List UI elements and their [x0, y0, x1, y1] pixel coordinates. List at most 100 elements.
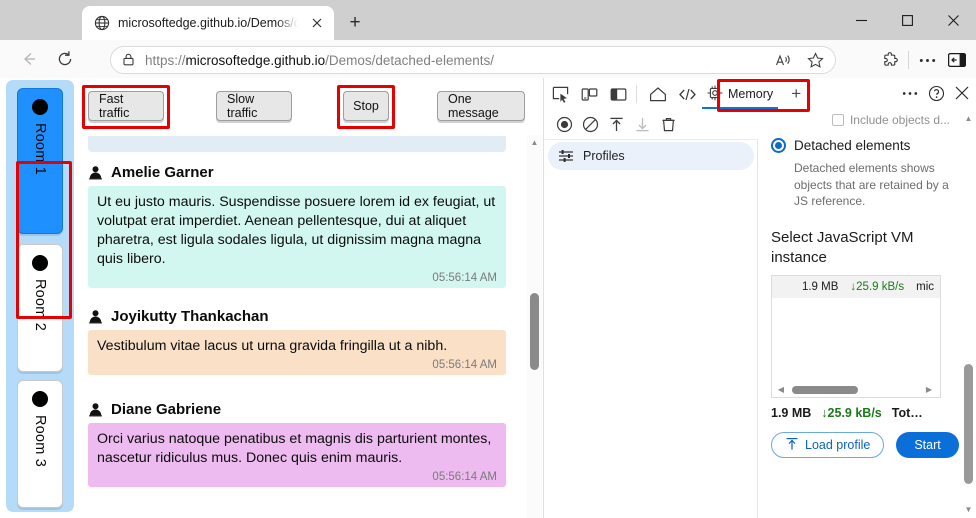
add-tab-button[interactable]: +: [783, 81, 809, 107]
scrollbar-thumb[interactable]: [964, 364, 973, 484]
scrollbar-thumb[interactable]: [792, 386, 858, 394]
circle-icon: [32, 99, 48, 115]
vm-memory-value: 1.9 MB: [802, 281, 838, 293]
minimize-button[interactable]: [838, 0, 884, 40]
inspect-element-icon[interactable]: [547, 81, 573, 107]
room-label: Room 1: [32, 123, 48, 175]
room-label: Room 3: [32, 415, 48, 467]
message-timestamp: 05:56:14 AM: [97, 359, 497, 371]
room-label: Room 2: [32, 279, 48, 331]
tab-label: Memory: [728, 87, 773, 101]
load-profile-label: Load profile: [805, 438, 870, 452]
start-button[interactable]: Start: [896, 432, 958, 458]
home-icon[interactable]: [645, 81, 671, 107]
url-text: https://microsoftedge.github.io/Demos/de…: [145, 53, 763, 68]
vm-section-title: Select JavaScript VM instance: [771, 228, 941, 268]
vm-instance-list[interactable]: 1.9 MB ↓25.9 kB/s mic ◀ ▶: [771, 275, 941, 398]
checkbox-box[interactable]: [832, 114, 844, 126]
page-scrollbar[interactable]: ▲ ▼: [527, 135, 542, 518]
profile-actions: Load profile Start: [771, 432, 959, 458]
one-message-button[interactable]: One message: [437, 91, 525, 121]
vm-instance-row[interactable]: 1.9 MB ↓25.9 kB/s mic: [772, 276, 940, 298]
detached-elements-radio[interactable]: Detached elements: [771, 138, 910, 153]
include-objects-checkbox[interactable]: Include objects d...: [832, 113, 950, 127]
close-window-button[interactable]: [930, 0, 976, 40]
address-bar[interactable]: https://microsoftedge.github.io/Demos/de…: [110, 46, 836, 74]
scroll-up-arrow-icon[interactable]: ▲: [527, 135, 542, 150]
sidebar-item-label: Profiles: [583, 149, 625, 163]
traffic-button-row: Fast traffic Slow traffic Stop One messa…: [88, 91, 528, 131]
sidebar-item-profiles[interactable]: Profiles: [548, 142, 754, 170]
tab-memory[interactable]: Memory: [700, 79, 780, 109]
url-path: /Demos/detached-elements/: [325, 53, 494, 68]
message-timestamp: 05:56:14 AM: [436, 136, 498, 138]
ellipsis-icon[interactable]: [912, 46, 942, 74]
load-profile-button[interactable]: Load profile: [771, 432, 884, 458]
slow-traffic-button[interactable]: Slow traffic: [216, 91, 292, 121]
export-icon[interactable]: [604, 113, 628, 137]
elements-code-icon[interactable]: [674, 81, 700, 107]
message-item: Joyikutty Thankachan Vestibulum vitae la…: [88, 308, 506, 375]
partial-message-bubble: 05:56:14 AM: [88, 136, 506, 152]
message-bubble: Orci varius natoque penatibus et magnis …: [88, 423, 506, 487]
new-tab-button[interactable]: +: [341, 10, 369, 36]
scroll-down-arrow-icon[interactable]: ▼: [962, 503, 975, 516]
message-author: Joyikutty Thankachan: [111, 308, 269, 325]
memory-action-toolbar: [544, 110, 758, 140]
extensions-icon[interactable]: [875, 46, 905, 74]
back-arrow-icon[interactable]: [14, 44, 44, 74]
sidebar-icon[interactable]: [942, 46, 972, 74]
room-item-1[interactable]: Room 1: [17, 88, 63, 234]
maximize-button[interactable]: [884, 0, 930, 40]
room-item-2[interactable]: Room 2: [17, 244, 63, 372]
circle-icon: [32, 391, 48, 407]
radio-button[interactable]: [771, 138, 786, 153]
radio-selected-dot: [775, 142, 782, 149]
person-icon: [88, 165, 103, 180]
device-emulation-icon[interactable]: [576, 81, 602, 107]
reload-icon[interactable]: [50, 44, 80, 74]
memory-profile-pane: Include objects d... Detached elements D…: [759, 110, 962, 518]
devtools-sidebar: Profiles: [544, 140, 758, 518]
scroll-up-arrow-icon[interactable]: ▲: [962, 112, 975, 125]
vm-instance-name: mic: [916, 281, 934, 293]
tab-title: microsoftedge.github.io/Demos/d: [118, 16, 298, 30]
globe-icon: [94, 15, 110, 31]
scrollbar-thumb[interactable]: [530, 293, 539, 370]
devtools-scrollbar[interactable]: ▲ ▼: [962, 112, 975, 516]
close-icon[interactable]: [949, 80, 975, 106]
person-icon: [88, 402, 103, 417]
stop-button[interactable]: Stop: [343, 91, 389, 121]
fast-traffic-button[interactable]: Fast traffic: [88, 91, 164, 121]
vm-horizontal-scrollbar[interactable]: ◀ ▶: [772, 382, 940, 397]
import-icon[interactable]: [630, 113, 654, 137]
profile-type-description: Detached elements shows objects that are…: [794, 160, 949, 210]
scroll-left-arrow-icon[interactable]: ◀: [774, 382, 788, 397]
clear-icon[interactable]: [578, 113, 602, 137]
close-icon[interactable]: [306, 12, 328, 34]
question-circle-icon[interactable]: [923, 80, 949, 106]
checkbox-label: Include objects d...: [850, 113, 950, 127]
browser-tab[interactable]: microsoftedge.github.io/Demos/d: [82, 6, 334, 40]
message-author: Amelie Garner: [111, 164, 214, 181]
person-icon: [88, 309, 103, 324]
tab-strip: microsoftedge.github.io/Demos/d +: [0, 0, 976, 40]
message-author-row: Amelie Garner: [88, 164, 506, 181]
message-body: Vestibulum vitae lacus ut urna gravida f…: [97, 337, 497, 356]
upload-arrow-icon: [785, 437, 799, 454]
read-aloud-icon[interactable]: [771, 48, 795, 72]
room-list: Room 1 Room 2 Room 3: [6, 80, 74, 512]
dock-side-icon[interactable]: [605, 81, 631, 107]
scroll-right-arrow-icon[interactable]: ▶: [922, 382, 936, 397]
memory-chip-icon: [707, 85, 723, 104]
record-icon[interactable]: [552, 113, 576, 137]
message-list: 05:56:14 AM Amelie Garner Ut eu justo ma…: [88, 136, 528, 514]
ellipsis-icon[interactable]: [897, 80, 923, 106]
toolbar-divider: [908, 51, 909, 69]
room-item-3[interactable]: Room 3: [17, 380, 63, 508]
browser-window: microsoftedge.github.io/Demos/d + https:…: [0, 0, 976, 518]
delete-icon[interactable]: [656, 113, 680, 137]
lock-icon: [121, 52, 137, 68]
star-icon[interactable]: [803, 48, 827, 72]
tab-divider: [636, 85, 637, 103]
